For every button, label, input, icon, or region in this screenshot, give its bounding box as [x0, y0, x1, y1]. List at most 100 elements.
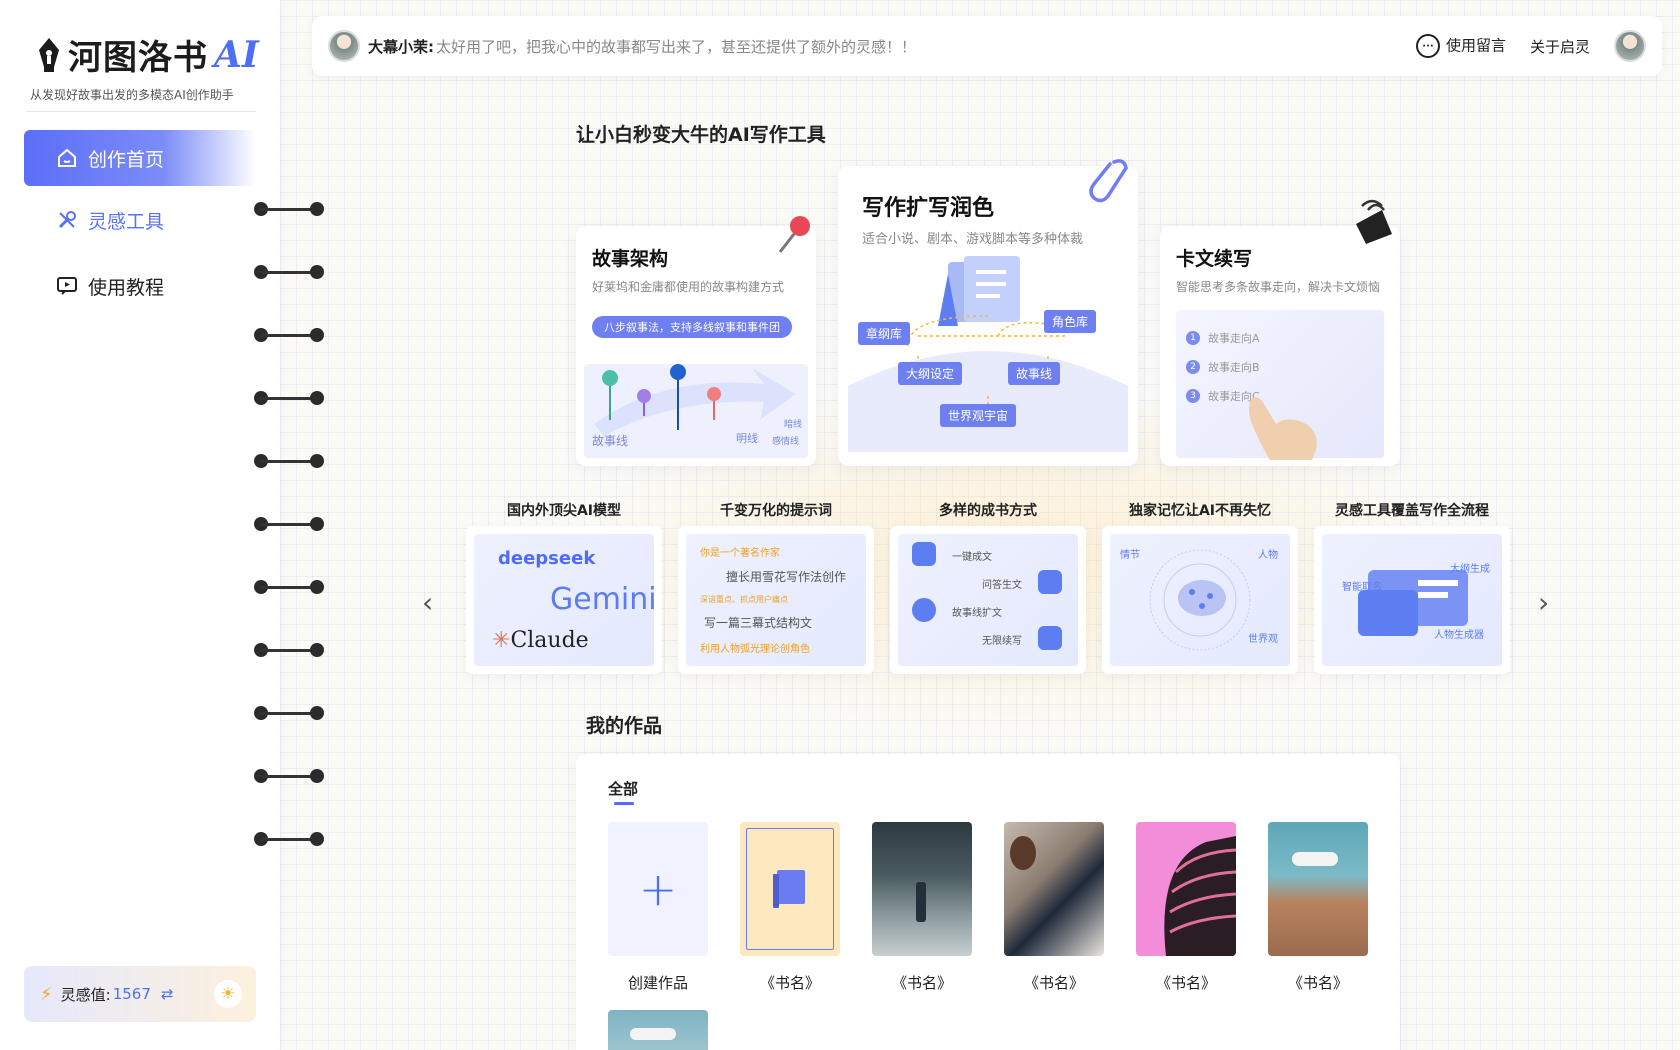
create-work-button[interactable]: + 创建作品	[608, 822, 708, 993]
binder-ring	[254, 328, 324, 342]
binder-ring	[254, 265, 324, 279]
feature-title: 千变万化的提示词	[720, 503, 832, 519]
feature-tools[interactable]: 灵感工具覆盖写作全流程 智能取名 大纲生成 人物生成器	[1314, 500, 1510, 674]
works-title: 我的作品	[586, 715, 663, 737]
hero-title: 让小白秒变大牛的AI写作工具	[576, 124, 826, 146]
prompt-line: 写一篇三幕式结构文	[704, 616, 813, 630]
work-item[interactable]: 《书名》	[872, 822, 972, 993]
sidebar-item-tutorial[interactable]: 使用教程	[24, 258, 256, 314]
cover-architecture-image	[872, 822, 972, 956]
work-item[interactable]	[608, 1010, 708, 1050]
work-title: 《书名》	[1023, 974, 1084, 992]
writing-expansion-card[interactable]: 写作扩写润色 适合小说、剧本、游戏脚本等多种体裁 章纲库 角色库 大纲设定 故事…	[838, 159, 1138, 466]
feature-image: deepseek Gemini ✳Claude	[474, 534, 657, 666]
work-title: 《书名》	[759, 974, 820, 992]
user-icon	[912, 598, 936, 622]
home-icon	[58, 148, 76, 167]
feature-title: 国内外顶尖AI模型	[506, 503, 622, 519]
sidebar-item-label: 使用教程	[88, 276, 165, 299]
about-link[interactable]: 关于启灵	[1530, 36, 1590, 57]
user-avatar	[328, 30, 360, 62]
card-subtitle: 智能思考多条故事走向，解决卡文烦恼	[1176, 280, 1381, 294]
continue-writing-card[interactable]: 卡文续写 智能思考多条故事走向，解决卡文烦恼 1 故事走向A 2 故事走向B 3 故事…	[1160, 199, 1400, 466]
brain-globe-icon	[1149, 549, 1251, 651]
feature-memory[interactable]: 独家记忆让AI不再失忆 情节 人物 世界观	[1102, 500, 1298, 674]
binder-ring	[254, 769, 324, 783]
card-title: 卡文续写	[1176, 248, 1253, 270]
claude-logo: ✳Claude	[492, 628, 589, 653]
mode-label: 一键成文	[952, 552, 992, 563]
prompt-line: 你是一个著名作家	[700, 548, 780, 559]
app-tagline: 从发现好故事出发的多模态AI创作助手	[30, 88, 234, 102]
sidebar-item-home[interactable]: 创作首页	[24, 130, 256, 186]
cover-city-image	[1268, 822, 1368, 956]
prompt-line: 深谙重点、抓点用户痛点	[700, 595, 788, 604]
app-name: 河图洛书	[68, 38, 208, 78]
profile-avatar[interactable]	[1614, 30, 1646, 62]
feedback-label: 使用留言	[1445, 36, 1506, 55]
tools-icon	[58, 211, 76, 229]
carousel-next-button[interactable]: ›	[1538, 586, 1549, 619]
binder-ring	[254, 706, 324, 720]
card-subtitle: 适合小说、剧本、游戏脚本等多种体裁	[862, 232, 1084, 247]
chat-bubble-icon: ···	[1415, 34, 1440, 58]
work-item[interactable]: 《书名》	[1268, 822, 1368, 993]
work-item[interactable]: 《书名》	[740, 822, 840, 993]
doc-icon	[912, 542, 936, 566]
work-item[interactable]: 《书名》	[1136, 822, 1236, 993]
works-panel: 全部 + 创建作品 《书名》 《书名》 《书名》 《书名》 《书名》	[576, 754, 1400, 1050]
inspiration-balance: ⚡ 灵感值: 1567 ⇄ ☀	[24, 966, 256, 1022]
bright-line-label: 明线	[736, 432, 758, 445]
mode-label: 问答生文	[982, 580, 1022, 591]
feedback-button[interactable]: ··· 使用留言	[1415, 34, 1506, 58]
inspiration-value: 1567	[112, 985, 151, 1003]
pointing-hand-icon	[1249, 396, 1317, 460]
work-item[interactable]: 《书名》	[1004, 822, 1104, 993]
emotion-line-label: 感情线	[772, 437, 800, 447]
feature-title: 灵感工具覆盖写作全流程	[1335, 503, 1489, 519]
binder-ring	[254, 391, 324, 405]
gemini-logo: Gemini	[550, 582, 657, 617]
memory-label: 世界观	[1248, 634, 1278, 645]
exchange-icon[interactable]: ⇄	[161, 985, 174, 1003]
story-structure-card[interactable]: 故事架构 好莱坞和金庸都使用的故事构建方式 八步叙事法，支持多线叙事和事件团 故…	[576, 216, 816, 466]
tab-all[interactable]: 全部	[608, 778, 638, 799]
app-name-ai: AI	[214, 33, 259, 76]
sidebar-item-tools[interactable]: 灵感工具	[24, 192, 256, 248]
pen-nib-icon	[39, 37, 59, 72]
feature-book-modes[interactable]: 多样的成书方式 一键成文 问答生文 故事线扩文 无限续写	[890, 500, 1086, 674]
feature-image: 你是一个著名作家 擅长用雪花写作法创作 深谙重点、抓点用户痛点 写一篇三幕式结构…	[686, 534, 866, 666]
carousel-prev-button[interactable]: ‹	[422, 586, 433, 619]
prompt-line: 擅长用雪花写作法创作	[726, 570, 847, 584]
feature-ai-models[interactable]: 国内外顶尖AI模型 deepseek Gemini ✳Claude	[466, 500, 662, 674]
feature-title: 独家记忆让AI不再失忆	[1128, 503, 1272, 519]
tool-label: 智能取名	[1342, 582, 1382, 593]
memory-label: 情节	[1120, 550, 1140, 561]
card-title: 故事架构	[592, 248, 669, 270]
feature-prompts[interactable]: 千变万化的提示词 你是一个著名作家 擅长用雪花写作法创作 深谙重点、抓点用户痛点…	[678, 500, 874, 674]
infinite-icon	[1038, 626, 1062, 650]
sidebar-item-label: 灵感工具	[88, 210, 165, 233]
binder-ring	[254, 517, 324, 531]
app-logo[interactable]: 河图洛书 AI	[36, 30, 259, 79]
binder-ring	[254, 643, 324, 657]
comment-text: 太好用了吧，把我心中的故事都写出来了，甚至还提供了额外的灵感！！	[436, 37, 917, 56]
theme-toggle-sun-icon[interactable]: ☀	[214, 980, 242, 1008]
binder-ring	[254, 202, 324, 216]
tool-label: 大纲生成	[1450, 564, 1490, 575]
tag-character-library: 角色库	[1044, 310, 1097, 333]
branch-option-a: 1 故事走向A	[1186, 330, 1260, 346]
tag-chapter-library: 章纲库	[858, 322, 911, 345]
claude-star-icon: ✳	[492, 628, 511, 653]
tag-outline: 大纲设定	[898, 362, 963, 385]
work-title: 《书名》	[1287, 974, 1348, 992]
tool-label: 人物生成器	[1434, 630, 1484, 641]
sidebar: 河图洛书 AI 从发现好故事出发的多模态AI创作助手 创作首页 灵感工具 使用教程…	[0, 0, 280, 1050]
lightning-icon: ⚡	[40, 983, 53, 1005]
binder-ring	[254, 580, 324, 594]
tag-world-universe: 世界观宇宙	[940, 404, 1017, 427]
paperclip-icon	[1089, 159, 1128, 203]
plus-icon: +	[638, 862, 678, 916]
feature-image: 智能取名 大纲生成 人物生成器	[1322, 534, 1502, 666]
cover-building-pink-image	[1136, 822, 1236, 956]
